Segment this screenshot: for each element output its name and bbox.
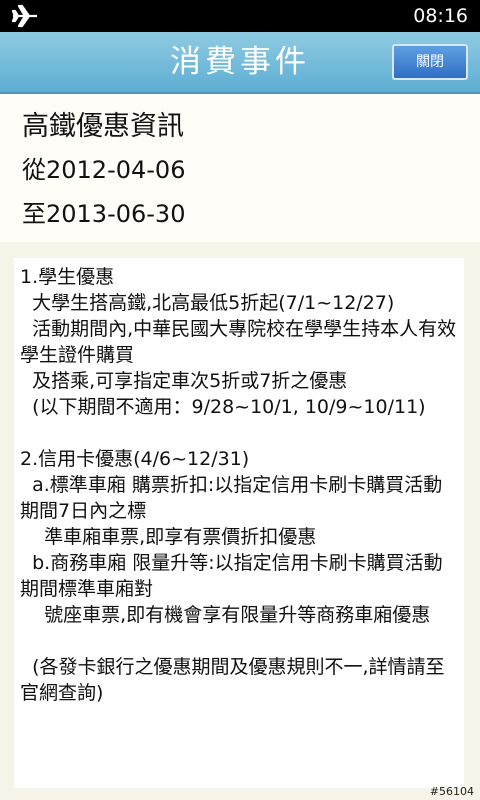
- event-details-panel[interactable]: 1.學生優惠 大學生搭高鐵,北高最低5折起(7/1~12/27) 活動期間內,中…: [14, 258, 464, 788]
- watermark: #56104: [429, 785, 474, 798]
- event-start-date: 從2012-04-06: [22, 156, 186, 184]
- title-bar: 消費事件 關閉: [0, 32, 480, 94]
- close-button[interactable]: 關閉: [392, 44, 468, 80]
- airplane-icon: [11, 4, 38, 28]
- event-summary: 高鐵優惠資訊 從2012-04-06 至2013-06-30: [0, 94, 480, 242]
- clock-time: 08:16: [413, 5, 468, 27]
- event-details-text: 1.學生優惠 大學生搭高鐵,北高最低5折起(7/1~12/27) 活動期間內,中…: [20, 266, 457, 704]
- event-name: 高鐵優惠資訊: [22, 111, 184, 142]
- status-bar: 08:16: [0, 0, 480, 32]
- event-end-date: 至2013-06-30: [22, 200, 186, 228]
